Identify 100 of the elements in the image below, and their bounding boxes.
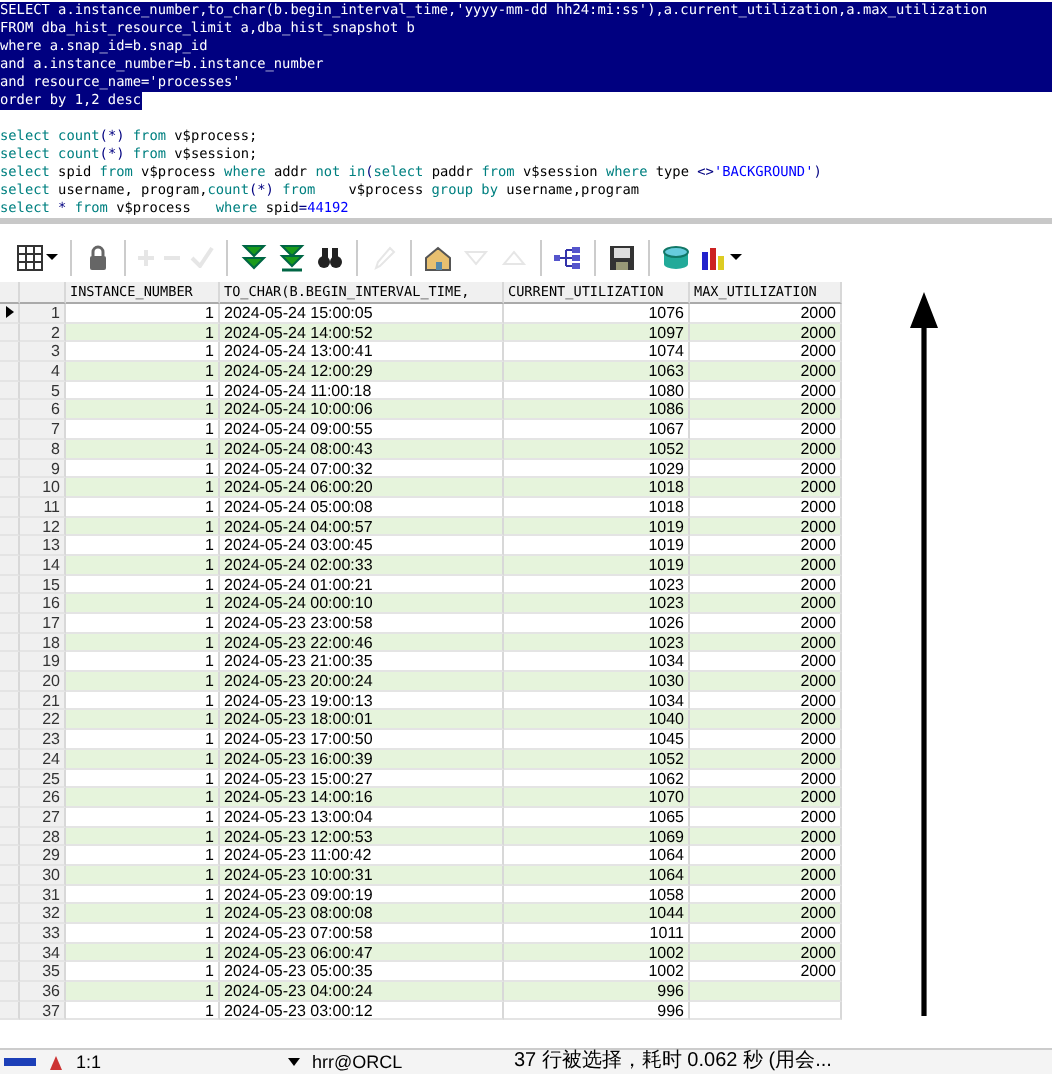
- row-number[interactable]: 20: [20, 672, 66, 692]
- table-cell: 2024-05-24 08:00:43: [220, 439, 504, 459]
- row-number[interactable]: 34: [20, 943, 66, 963]
- table-cell: 1: [66, 827, 220, 847]
- row-number[interactable]: 24: [20, 749, 66, 769]
- table-cell: 1063: [504, 362, 690, 382]
- row-number[interactable]: 14: [20, 555, 66, 576]
- table-cell: 2000: [690, 710, 842, 731]
- status-indicator-icon: [4, 1058, 36, 1066]
- table-cell: 2000: [690, 633, 842, 653]
- table-cell: 2000: [690, 555, 842, 576]
- row-number[interactable]: 36: [20, 982, 66, 1002]
- table-cell: 2000: [690, 788, 842, 808]
- tree-icon: [554, 243, 582, 271]
- row-number[interactable]: 13: [20, 536, 66, 556]
- table-cell: 2000: [690, 517, 842, 537]
- table-cell: 2000: [690, 865, 842, 886]
- row-number[interactable]: 21: [20, 691, 66, 711]
- table-cell: 1040: [504, 710, 690, 731]
- row-number[interactable]: 10: [20, 478, 66, 498]
- table-cell: 1023: [504, 594, 690, 614]
- row-number[interactable]: 26: [20, 788, 66, 808]
- row-number[interactable]: 3: [20, 342, 66, 363]
- row-number[interactable]: 27: [20, 807, 66, 828]
- table-cell: 2024-05-23 06:00:47: [220, 943, 504, 963]
- table-cell: 1: [66, 633, 220, 653]
- row-number[interactable]: 6: [20, 400, 66, 421]
- table-cell: 1: [66, 865, 220, 886]
- row-number[interactable]: 28: [20, 827, 66, 847]
- row-number[interactable]: 23: [20, 730, 66, 750]
- double-down-arrow-icon: [240, 243, 268, 271]
- row-number[interactable]: 31: [20, 885, 66, 905]
- table-cell: 1019: [504, 555, 690, 576]
- row-number[interactable]: 1: [20, 304, 66, 324]
- table-cell: 996: [504, 982, 690, 1002]
- table-cell: 2024-05-23 10:00:31: [220, 865, 504, 886]
- table-cell: 1: [66, 362, 220, 382]
- row-indicator[interactable]: [0, 304, 20, 324]
- row-number[interactable]: 37: [20, 1001, 66, 1021]
- table-cell: 2024-05-23 20:00:24: [220, 672, 504, 692]
- row-number[interactable]: 25: [20, 769, 66, 789]
- row-number[interactable]: 11: [20, 497, 66, 518]
- row-number[interactable]: 12: [20, 517, 66, 537]
- row-number[interactable]: 22: [20, 710, 66, 731]
- table-cell: 1: [66, 672, 220, 692]
- status-message: 37 行被选择，耗时 0.062 秒 (用会...: [514, 1052, 832, 1072]
- row-number[interactable]: 30: [20, 865, 66, 886]
- row-number[interactable]: 19: [20, 652, 66, 673]
- table-cell: 1086: [504, 400, 690, 421]
- table-cell: 2000: [690, 439, 842, 459]
- pencil-icon: [370, 243, 398, 271]
- table-cell: 1018: [504, 478, 690, 498]
- table-cell: 1: [66, 710, 220, 731]
- row-number[interactable]: 4: [20, 362, 66, 382]
- table-cell: 1052: [504, 749, 690, 769]
- database-icon: [662, 243, 690, 271]
- table-cell: 2024-05-24 12:00:29: [220, 362, 504, 382]
- row-number[interactable]: 33: [20, 924, 66, 944]
- table-cell: 2000: [690, 323, 842, 343]
- cursor-position: 1:1: [76, 1052, 104, 1072]
- table-cell: 1: [66, 400, 220, 421]
- table-cell: 1: [66, 555, 220, 576]
- table-cell: 1: [66, 904, 220, 924]
- row-number[interactable]: 15: [20, 575, 66, 595]
- connection-label[interactable]: hrr@ORCL: [312, 1052, 502, 1072]
- table-cell: 1097: [504, 323, 690, 343]
- row-number[interactable]: 7: [20, 420, 66, 440]
- table-cell: 1070: [504, 788, 690, 808]
- row-number[interactable]: 35: [20, 962, 66, 983]
- table-cell: 1: [66, 323, 220, 343]
- grid-icon: [16, 243, 44, 271]
- table-cell: 2000: [690, 594, 842, 614]
- row-number[interactable]: 8: [20, 439, 66, 459]
- table-cell: 2024-05-24 04:00:57: [220, 517, 504, 537]
- table-cell: 2000: [690, 749, 842, 769]
- table-cell: 1: [66, 788, 220, 808]
- table-cell: 1002: [504, 943, 690, 963]
- row-number[interactable]: 17: [20, 614, 66, 634]
- row-number[interactable]: 16: [20, 594, 66, 614]
- binoculars-icon: [316, 243, 344, 271]
- row-number[interactable]: 29: [20, 846, 66, 866]
- lock-icon: [84, 243, 112, 271]
- bar-chart-icon: [700, 243, 728, 271]
- row-number[interactable]: 32: [20, 904, 66, 924]
- table-cell: 1: [66, 439, 220, 459]
- table-cell: 1: [66, 517, 220, 537]
- house-icon: [424, 243, 452, 271]
- row-number[interactable]: 2: [20, 323, 66, 343]
- table-cell: 2024-05-24 06:00:20: [220, 478, 504, 498]
- table-cell: 2024-05-24 10:00:06: [220, 400, 504, 421]
- table-cell: 2024-05-23 08:00:08: [220, 904, 504, 924]
- table-cell: 1: [66, 749, 220, 769]
- row-number[interactable]: 5: [20, 381, 66, 401]
- table-cell: 2000: [690, 362, 842, 382]
- table-cell: 2024-05-23 16:00:39: [220, 749, 504, 769]
- table-cell: 1052: [504, 439, 690, 459]
- row-number[interactable]: 9: [20, 459, 66, 479]
- table-cell: 1019: [504, 517, 690, 537]
- table-cell: 2024-05-23 22:00:46: [220, 633, 504, 653]
- row-number[interactable]: 18: [20, 633, 66, 653]
